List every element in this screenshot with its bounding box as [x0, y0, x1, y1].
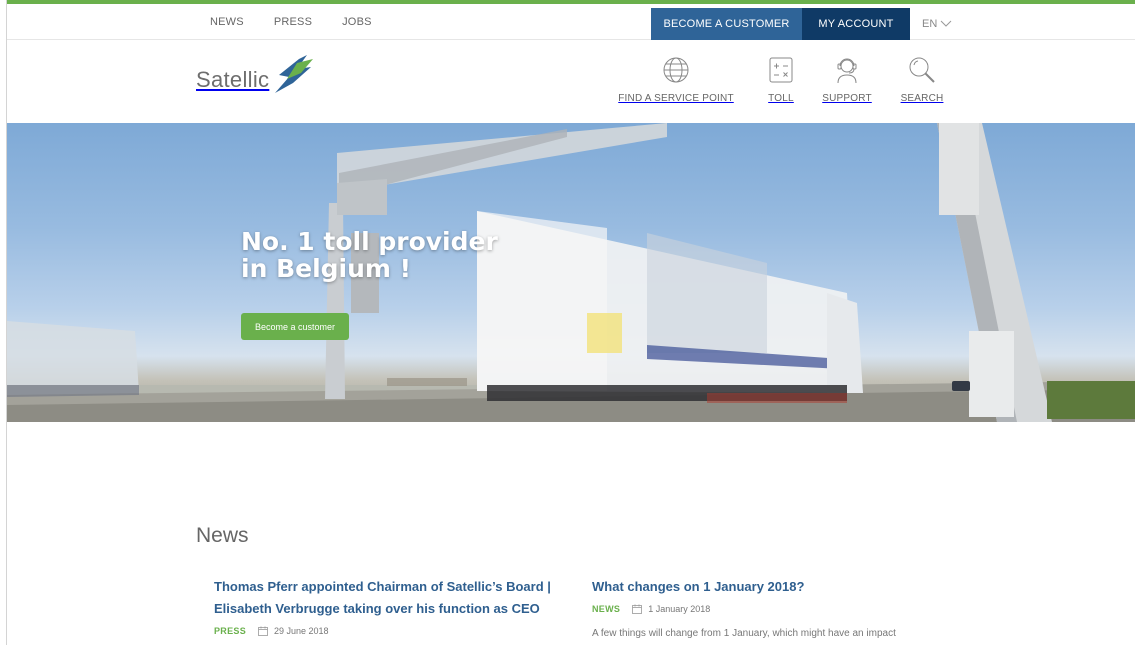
hero-title-line-2: in Belgium !	[241, 254, 412, 283]
calendar-icon	[632, 604, 643, 614]
main-header: Satellic FIND A SERVICE POINT TOLL SUPPO…	[7, 41, 1135, 123]
article-date: 29 June 2018	[274, 626, 329, 636]
calculator-icon	[769, 57, 793, 83]
article-meta: NEWS 1 January 2018	[592, 604, 972, 614]
article-meta: PRESS 29 June 2018	[214, 626, 564, 636]
search-label: SEARCH	[900, 93, 944, 104]
support-link[interactable]: SUPPORT	[819, 55, 875, 104]
calendar-icon	[258, 626, 268, 636]
my-account-button[interactable]: MY ACCOUNT	[802, 8, 910, 40]
article-title-link[interactable]: Thomas Pferr appointed Chairman of Satel…	[214, 576, 564, 620]
support-label: SUPPORT	[822, 93, 872, 104]
utility-nav: NEWS PRESS JOBS	[210, 4, 372, 40]
logo-text: Satellic	[196, 67, 270, 92]
article-title-line-2: Elisabeth Verbrugge taking over his func…	[214, 601, 540, 616]
news-article: Thomas Pferr appointed Chairman of Satel…	[214, 576, 564, 636]
search-icon	[909, 57, 935, 83]
language-label: EN	[922, 18, 938, 30]
search-link[interactable]: SEARCH	[897, 55, 947, 104]
hero-title-line-1: No. 1 toll provider	[241, 227, 498, 256]
article-title-line-1: What changes on 1 January 2018?	[592, 579, 805, 594]
article-date: 1 January 2018	[648, 604, 711, 614]
language-selector[interactable]: EN	[922, 8, 952, 40]
nav-link-press[interactable]: PRESS	[274, 16, 312, 28]
top-utility-bar: NEWS PRESS JOBS BECOME A CUSTOMER MY ACC…	[7, 4, 1135, 40]
article-title-line-1: Thomas Pferr appointed Chairman of Satel…	[214, 579, 551, 594]
news-section-heading: News	[196, 524, 249, 547]
article-tag[interactable]: PRESS	[214, 626, 246, 636]
nav-link-jobs[interactable]: JOBS	[342, 16, 372, 28]
hero-photo-truck-toll-gantry	[7, 123, 1135, 422]
chevron-down-icon	[940, 20, 952, 27]
find-service-point-label: FIND A SERVICE POINT	[618, 93, 734, 104]
headset-icon	[837, 58, 857, 84]
find-service-point-link[interactable]: FIND A SERVICE POINT	[618, 55, 734, 104]
become-customer-button[interactable]: BECOME A CUSTOMER	[651, 8, 802, 40]
hero-title: No. 1 toll provider in Belgium !	[241, 228, 501, 282]
satellic-logo[interactable]: Satellic	[196, 53, 315, 97]
article-title-link[interactable]: What changes on 1 January 2018?	[592, 576, 972, 598]
toll-link[interactable]: TOLL	[759, 55, 803, 104]
page-frame: NEWS PRESS JOBS BECOME A CUSTOMER MY ACC…	[6, 0, 1135, 645]
toll-label: TOLL	[768, 93, 794, 104]
logo-mark-icon	[275, 55, 314, 93]
globe-icon	[663, 57, 689, 83]
nav-link-news[interactable]: NEWS	[210, 16, 244, 28]
hero-become-customer-button[interactable]: Become a customer	[241, 313, 349, 340]
hero-banner: No. 1 toll provider in Belgium ! Become …	[7, 123, 1135, 422]
news-article: What changes on 1 January 2018? NEWS 1 J…	[592, 576, 972, 639]
article-tag[interactable]: NEWS	[592, 604, 620, 614]
article-excerpt: A few things will change from 1 January,…	[592, 628, 896, 639]
